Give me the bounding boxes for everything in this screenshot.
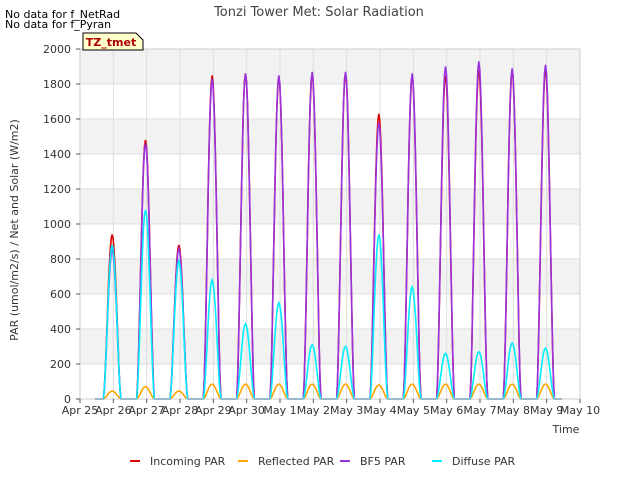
y-tick-label: 400 [50,323,71,336]
x-tick-label: May 3 [330,404,363,417]
site-tag-label: TZ_tmet [86,36,136,49]
site-tag: TZ_tmet [82,32,144,51]
legend-label: Reflected PAR [258,455,335,468]
x-tick-label: Apr 26 [95,404,132,417]
legend: Incoming PAR Reflected PAR BF5 PAR Diffuse … [130,455,516,468]
x-tick-label: Apr 27 [128,404,165,417]
legend-label: Incoming PAR [150,455,226,468]
x-tick-label: Apr 28 [162,404,199,417]
x-tick-label: May 2 [297,404,330,417]
plot-band [80,259,580,294]
x-tick-label: May 9 [530,404,563,417]
y-tick-label: 1000 [43,218,71,231]
chart-title: Tonzi Tower Met: Solar Radiation [213,5,424,20]
y-tick-label: 1600 [43,113,71,126]
y-tick-label: 1400 [43,148,71,161]
legend-label: Diffuse PAR [452,455,516,468]
solar-radiation-chart: Tonzi Tower Met: Solar Radiation 0200400… [8,5,600,468]
y-tick-label: 2000 [43,43,71,56]
x-tick-label: May 1 [263,404,296,417]
x-tick-label: Apr 30 [228,404,265,417]
x-tick-labels: Apr 25Apr 26Apr 27Apr 28Apr 29Apr 30May … [62,399,600,417]
x-tick-label: May 4 [363,404,396,417]
y-tick-label: 800 [50,253,71,266]
y-tick-label: 1200 [43,183,71,196]
x-tick-label: May 10 [560,404,600,417]
legend-entry: BF5 PAR [340,455,406,468]
x-tick-label: May 5 [397,404,430,417]
legend-label: BF5 PAR [360,455,406,468]
y-tick-label: 200 [50,358,71,371]
plot-band [80,189,580,224]
x-tick-label: Apr 25 [62,404,99,417]
x-tick-label: May 8 [497,404,530,417]
y-tick-label: 1800 [43,78,71,91]
y-tick-label: 600 [50,288,71,301]
legend-entry: Incoming PAR [130,455,226,468]
x-tick-label: May 6 [430,404,463,417]
x-tick-label: May 7 [463,404,496,417]
y-tick-labels: 0200400600800100012001400160018002000 [43,43,80,406]
legend-entry: Diffuse PAR [432,455,516,468]
plot-band [80,119,580,154]
legend-entry: Reflected PAR [238,455,335,468]
plot-band [80,49,580,84]
x-axis-label: Time [552,423,580,436]
x-tick-label: Apr 29 [195,404,232,417]
y-axis-label: PAR (umol/m2/s) / Net and Solar (W/m2) [8,119,21,341]
